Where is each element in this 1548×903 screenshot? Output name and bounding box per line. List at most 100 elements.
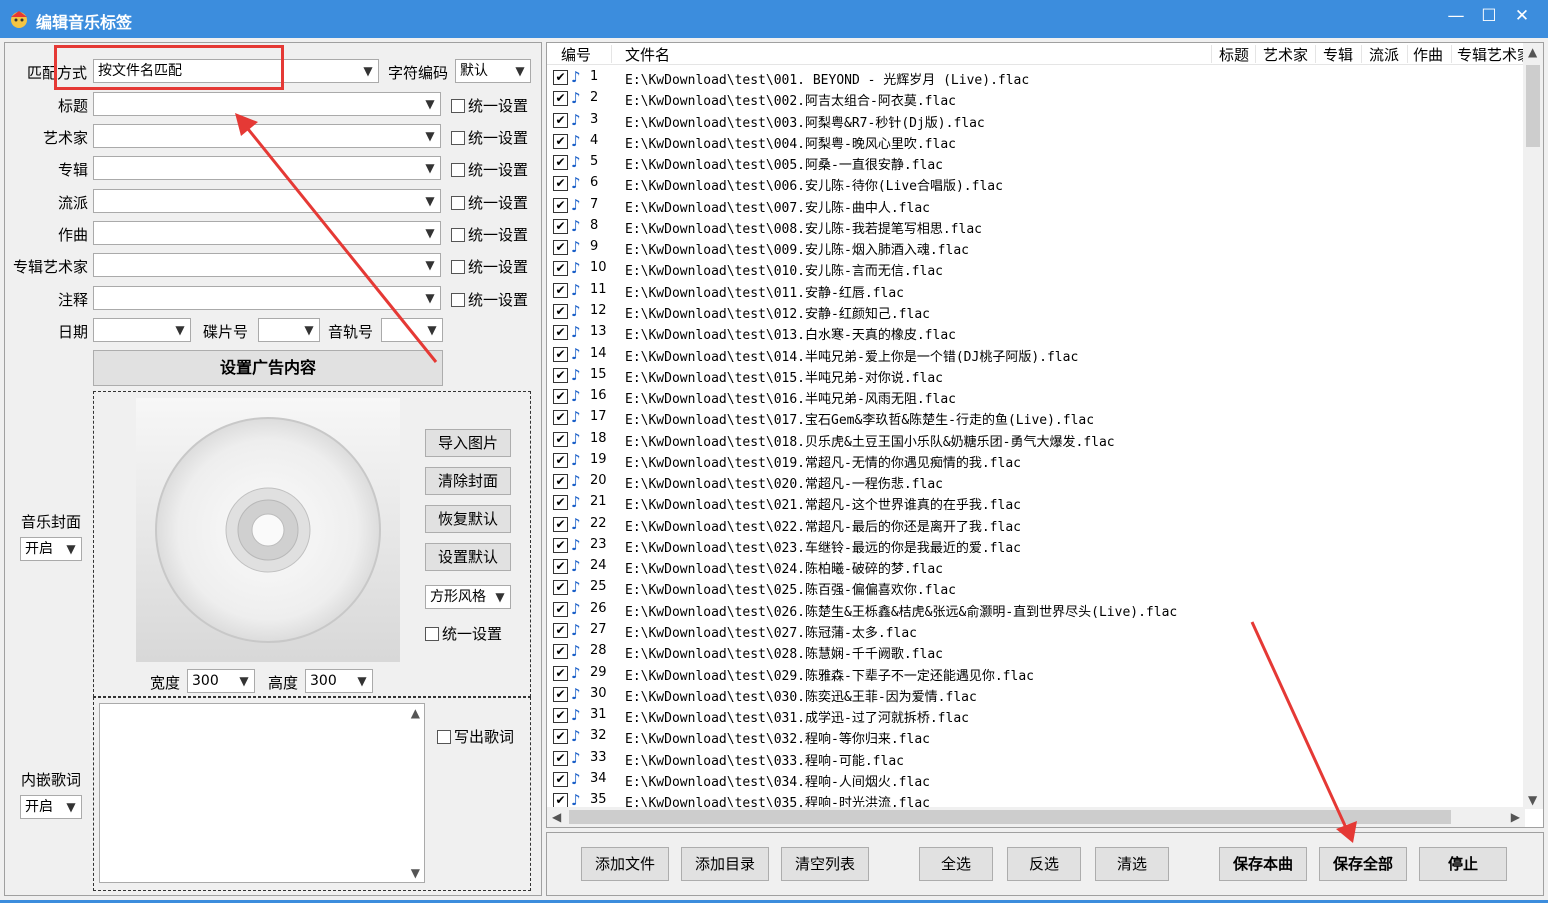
table-row[interactable]: ✔ ♪ 21 E:\KwDownload\test\021.常超凡-这个世界谁真的在乎… [547, 492, 1525, 513]
encoding-select[interactable]: 默认 ▼ [455, 59, 531, 83]
invert-selection-button[interactable]: 反选 [1007, 847, 1081, 881]
header-album-artist[interactable]: 专辑艺术家 [1457, 44, 1532, 65]
unify-comment-checkbox[interactable]: 统一设置 [451, 289, 528, 310]
table-row[interactable]: ✔ ♪ 13 E:\KwDownload\test\013.白水寒-天真的橡皮.fla… [547, 322, 1525, 343]
row-checkbox[interactable]: ✔ [553, 389, 568, 405]
row-checkbox[interactable]: ✔ [553, 197, 568, 213]
cover-style-select[interactable]: 方形风格 ▼ [425, 585, 511, 609]
table-row[interactable]: ✔ ♪ 1 E:\KwDownload\test\001. BEYOND - 光辉岁月… [547, 67, 1525, 88]
row-checkbox[interactable]: ✔ [553, 495, 568, 511]
row-checkbox[interactable]: ✔ [553, 218, 568, 234]
unify-album-checkbox[interactable]: 统一设置 [451, 159, 528, 180]
track-input[interactable]: ▼ [381, 318, 443, 342]
save-all-button[interactable]: 保存全部 [1319, 847, 1407, 881]
row-checkbox[interactable]: ✔ [553, 580, 568, 596]
row-checkbox[interactable]: ✔ [553, 623, 568, 639]
date-input[interactable]: ▼ [93, 318, 191, 342]
row-checkbox[interactable]: ✔ [553, 665, 568, 681]
album-input[interactable]: ▼ [93, 156, 441, 180]
table-row[interactable]: ✔ ♪ 32 E:\KwDownload\test\032.程响-等你归来.flac [547, 726, 1525, 747]
scroll-up-icon[interactable]: ▲ [411, 706, 420, 720]
clear-cover-button[interactable]: 清除封面 [425, 467, 511, 495]
disc-input[interactable]: ▼ [258, 318, 320, 342]
vertical-scrollbar[interactable]: ▲ ▼ [1523, 43, 1543, 809]
table-row[interactable]: ✔ ♪ 24 E:\KwDownload\test\024.陈柏曦-破碎的梦.flac [547, 556, 1525, 577]
row-checkbox[interactable]: ✔ [553, 112, 568, 128]
scroll-up-icon[interactable]: ▲ [1528, 45, 1537, 59]
table-row[interactable]: ✔ ♪ 18 E:\KwDownload\test\018.贝乐虎&土豆王国小乐队&奶… [547, 429, 1525, 450]
set-default-button[interactable]: 设置默认 [425, 543, 511, 571]
row-checkbox[interactable]: ✔ [553, 410, 568, 426]
row-checkbox[interactable]: ✔ [553, 176, 568, 192]
row-checkbox[interactable]: ✔ [553, 559, 568, 575]
row-checkbox[interactable]: ✔ [553, 367, 568, 383]
write-lyrics-checkbox[interactable]: 写出歌词 [437, 726, 514, 747]
table-row[interactable]: ✔ ♪ 29 E:\KwDownload\test\029.陈雅森-下辈子不一定还能遇… [547, 663, 1525, 684]
header-composer[interactable]: 作曲 [1413, 44, 1443, 65]
table-row[interactable]: ✔ ♪ 30 E:\KwDownload\test\030.陈奕迅&王菲-因为爱情.f… [547, 684, 1525, 705]
width-select[interactable]: 300 ▼ [187, 669, 255, 693]
title-input[interactable]: ▼ [93, 92, 441, 116]
table-row[interactable]: ✔ ♪ 2 E:\KwDownload\test\002.阿吉太组合-阿衣莫.flac [547, 88, 1525, 109]
row-checkbox[interactable]: ✔ [553, 91, 568, 107]
scroll-thumb[interactable] [569, 810, 1451, 824]
composer-input[interactable]: ▼ [93, 221, 441, 245]
table-row[interactable]: ✔ ♪ 7 E:\KwDownload\test\007.安儿陈-曲中人.flac [547, 195, 1525, 216]
table-row[interactable]: ✔ ♪ 20 E:\KwDownload\test\020.常超凡-一程伤悲.flac [547, 471, 1525, 492]
header-album[interactable]: 专辑 [1323, 44, 1353, 65]
header-title[interactable]: 标题 [1219, 44, 1249, 65]
header-artist[interactable]: 艺术家 [1263, 44, 1308, 65]
table-row[interactable]: ✔ ♪ 3 E:\KwDownload\test\003.阿梨粤&R7-秒针(Dj版)… [547, 110, 1525, 131]
table-row[interactable]: ✔ ♪ 17 E:\KwDownload\test\017.宝石Gem&李玖哲&陈楚生… [547, 407, 1525, 428]
save-current-button[interactable]: 保存本曲 [1219, 847, 1307, 881]
row-checkbox[interactable]: ✔ [553, 303, 568, 319]
table-row[interactable]: ✔ ♪ 23 E:\KwDownload\test\023.车继铃-最远的你是我最近的… [547, 535, 1525, 556]
horizontal-scrollbar[interactable]: ◀ ▶ [547, 807, 1525, 827]
maximize-button[interactable]: ☐ [1474, 5, 1504, 29]
row-checkbox[interactable]: ✔ [553, 708, 568, 724]
row-checkbox[interactable]: ✔ [553, 261, 568, 277]
table-row[interactable]: ✔ ♪ 26 E:\KwDownload\test\026.陈楚生&王栎鑫&桔虎&张远… [547, 599, 1525, 620]
table-row[interactable]: ✔ ♪ 16 E:\KwDownload\test\016.半吨兄弟-风雨无阻.fla… [547, 386, 1525, 407]
row-checkbox[interactable]: ✔ [553, 644, 568, 660]
scroll-down-icon[interactable]: ▼ [411, 866, 420, 880]
table-row[interactable]: ✔ ♪ 5 E:\KwDownload\test\005.阿桑-一直很安静.flac [547, 152, 1525, 173]
row-checkbox[interactable]: ✔ [553, 771, 568, 787]
select-all-button[interactable]: 全选 [919, 847, 993, 881]
comment-input[interactable]: ▼ [93, 286, 441, 310]
table-row[interactable]: ✔ ♪ 12 E:\KwDownload\test\012.安静-红颜知己.flac [547, 301, 1525, 322]
import-image-button[interactable]: 导入图片 [425, 429, 511, 457]
table-row[interactable]: ✔ ♪ 10 E:\KwDownload\test\010.安儿陈-言而无信.flac [547, 258, 1525, 279]
table-row[interactable]: ✔ ♪ 25 E:\KwDownload\test\025.陈百强-偏偏喜欢你.fla… [547, 577, 1525, 598]
table-row[interactable]: ✔ ♪ 9 E:\KwDownload\test\009.安儿陈-烟入肺酒入魂.fla… [547, 237, 1525, 258]
unify-cover-checkbox[interactable]: 统一设置 [425, 623, 502, 644]
row-checkbox[interactable]: ✔ [553, 516, 568, 532]
row-checkbox[interactable]: ✔ [553, 431, 568, 447]
album-artist-input[interactable]: ▼ [93, 253, 441, 277]
row-checkbox[interactable]: ✔ [553, 346, 568, 362]
row-checkbox[interactable]: ✔ [553, 537, 568, 553]
row-checkbox[interactable]: ✔ [553, 452, 568, 468]
row-checkbox[interactable]: ✔ [553, 282, 568, 298]
close-button[interactable]: ✕ [1507, 5, 1537, 29]
file-list[interactable]: 编号 文件名 标题 艺术家 专辑 流派 作曲 专辑艺术家 ✔ ♪ 1 E:\KwDow… [546, 42, 1544, 828]
unify-artist-checkbox[interactable]: 统一设置 [451, 127, 528, 148]
unify-composer-checkbox[interactable]: 统一设置 [451, 224, 528, 245]
height-select[interactable]: 300 ▼ [305, 669, 373, 693]
unify-genre-checkbox[interactable]: 统一设置 [451, 192, 528, 213]
row-checkbox[interactable]: ✔ [553, 729, 568, 745]
table-row[interactable]: ✔ ♪ 31 E:\KwDownload\test\031.成学迅-过了河就拆桥.fl… [547, 705, 1525, 726]
minimize-button[interactable]: — [1441, 5, 1471, 29]
row-checkbox[interactable]: ✔ [553, 793, 568, 809]
unify-title-checkbox[interactable]: 统一设置 [451, 95, 528, 116]
artist-input[interactable]: ▼ [93, 124, 441, 148]
scroll-thumb[interactable] [1526, 65, 1540, 147]
row-checkbox[interactable]: ✔ [553, 240, 568, 256]
table-row[interactable]: ✔ ♪ 14 E:\KwDownload\test\014.半吨兄弟-爱上你是一个错(… [547, 344, 1525, 365]
row-checkbox[interactable]: ✔ [553, 70, 568, 85]
header-genre[interactable]: 流派 [1369, 44, 1399, 65]
unify-album-artist-checkbox[interactable]: 统一设置 [451, 256, 528, 277]
lyrics-textarea[interactable]: ▲ ▼ [99, 703, 425, 883]
table-row[interactable]: ✔ ♪ 27 E:\KwDownload\test\027.陈冠蒲-太多.flac [547, 620, 1525, 641]
table-row[interactable]: ✔ ♪ 15 E:\KwDownload\test\015.半吨兄弟-对你说.flac [547, 365, 1525, 386]
